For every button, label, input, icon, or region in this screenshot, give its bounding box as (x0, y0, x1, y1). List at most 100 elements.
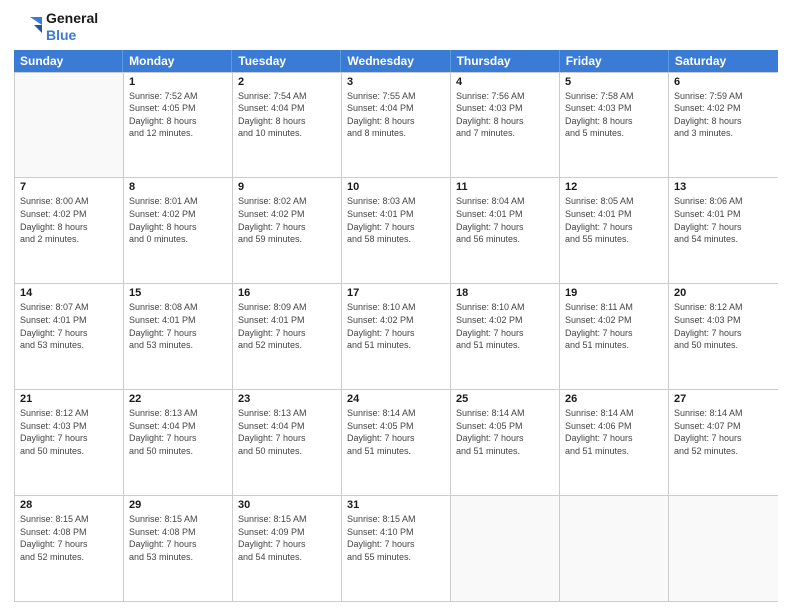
calendar-empty-cell (560, 496, 669, 601)
day-number: 2 (238, 76, 336, 88)
day-info: Sunrise: 7:58 AM Sunset: 4:03 PM Dayligh… (565, 90, 663, 140)
calendar-day-cell: 5 Sunrise: 7:58 AM Sunset: 4:03 PM Daylig… (560, 73, 669, 178)
day-number: 12 (565, 181, 663, 193)
day-info: Sunrise: 8:14 AM Sunset: 4:05 PM Dayligh… (347, 407, 445, 457)
calendar-header: SundayMondayTuesdayWednesdayThursdayFrid… (14, 50, 778, 72)
calendar-day-cell: 11Sunrise: 8:04 AM Sunset: 4:01 PM Dayli… (451, 178, 560, 283)
day-number: 14 (20, 287, 118, 299)
day-info: Sunrise: 8:00 AM Sunset: 4:02 PM Dayligh… (20, 195, 118, 245)
day-info: Sunrise: 8:14 AM Sunset: 4:06 PM Dayligh… (565, 407, 663, 457)
calendar-day-cell: 30 Sunrise: 8:15 AM Sunset: 4:09 PM Dayli… (233, 496, 342, 601)
calendar-day-cell: 18 Sunrise: 8:10 AM Sunset: 4:02 PM Dayli… (451, 284, 560, 389)
day-info: Sunrise: 8:15 AM Sunset: 4:10 PM Dayligh… (347, 513, 445, 563)
calendar-body: 1Sunrise: 7:52 AM Sunset: 4:05 PM Daylig… (14, 72, 778, 602)
weekday-header: Monday (123, 50, 232, 72)
calendar-day-cell: 31 Sunrise: 8:15 AM Sunset: 4:10 PM Dayli… (342, 496, 451, 601)
page: GeneralBlue SundayMondayTuesdayWednesday… (0, 0, 792, 612)
calendar-day-cell: 24 Sunrise: 8:14 AM Sunset: 4:05 PM Dayli… (342, 390, 451, 495)
logo-line2: Blue (46, 27, 98, 44)
day-info: Sunrise: 8:15 AM Sunset: 4:08 PM Dayligh… (129, 513, 227, 563)
logo: GeneralBlue (14, 10, 98, 44)
calendar-week-row: 14Sunrise: 8:07 AM Sunset: 4:01 PM Dayli… (15, 283, 778, 389)
day-info: Sunrise: 8:13 AM Sunset: 4:04 PM Dayligh… (129, 407, 227, 457)
calendar-week-row: 7 Sunrise: 8:00 AM Sunset: 4:02 PM Daylig… (15, 177, 778, 283)
day-info: Sunrise: 7:55 AM Sunset: 4:04 PM Dayligh… (347, 90, 445, 140)
day-info: Sunrise: 8:14 AM Sunset: 4:07 PM Dayligh… (674, 407, 773, 457)
day-info: Sunrise: 8:03 AM Sunset: 4:01 PM Dayligh… (347, 195, 445, 245)
calendar-day-cell: 19Sunrise: 8:11 AM Sunset: 4:02 PM Dayli… (560, 284, 669, 389)
day-number: 18 (456, 287, 554, 299)
day-info: Sunrise: 8:08 AM Sunset: 4:01 PM Dayligh… (129, 301, 227, 351)
calendar-day-cell: 16 Sunrise: 8:09 AM Sunset: 4:01 PM Dayli… (233, 284, 342, 389)
calendar-day-cell: 1Sunrise: 7:52 AM Sunset: 4:05 PM Daylig… (124, 73, 233, 178)
calendar-week-row: 1Sunrise: 7:52 AM Sunset: 4:05 PM Daylig… (15, 72, 778, 178)
weekday-header: Saturday (669, 50, 778, 72)
calendar-day-cell: 22 Sunrise: 8:13 AM Sunset: 4:04 PM Dayli… (124, 390, 233, 495)
calendar-day-cell: 17 Sunrise: 8:10 AM Sunset: 4:02 PM Dayli… (342, 284, 451, 389)
calendar-day-cell: 21Sunrise: 8:12 AM Sunset: 4:03 PM Dayli… (15, 390, 124, 495)
calendar-week-row: 28 Sunrise: 8:15 AM Sunset: 4:08 PM Dayli… (15, 495, 778, 601)
day-number: 15 (129, 287, 227, 299)
calendar-day-cell: 8Sunrise: 8:01 AM Sunset: 4:02 PM Daylig… (124, 178, 233, 283)
weekday-header: Sunday (14, 50, 123, 72)
day-number: 30 (238, 499, 336, 511)
day-info: Sunrise: 8:09 AM Sunset: 4:01 PM Dayligh… (238, 301, 336, 351)
day-info: Sunrise: 8:05 AM Sunset: 4:01 PM Dayligh… (565, 195, 663, 245)
day-info: Sunrise: 8:10 AM Sunset: 4:02 PM Dayligh… (456, 301, 554, 351)
day-number: 31 (347, 499, 445, 511)
day-number: 4 (456, 76, 554, 88)
day-info: Sunrise: 7:54 AM Sunset: 4:04 PM Dayligh… (238, 90, 336, 140)
day-info: Sunrise: 8:02 AM Sunset: 4:02 PM Dayligh… (238, 195, 336, 245)
calendar-day-cell: 28Sunrise: 8:15 AM Sunset: 4:08 PM Dayli… (15, 496, 124, 601)
calendar-day-cell: 20Sunrise: 8:12 AM Sunset: 4:03 PM Dayli… (669, 284, 778, 389)
day-number: 16 (238, 287, 336, 299)
calendar-empty-cell (451, 496, 560, 601)
calendar-day-cell: 6 Sunrise: 7:59 AM Sunset: 4:02 PM Daylig… (669, 73, 778, 178)
day-number: 3 (347, 76, 445, 88)
day-number: 25 (456, 393, 554, 405)
weekday-header: Friday (560, 50, 669, 72)
day-info: Sunrise: 8:12 AM Sunset: 4:03 PM Dayligh… (674, 301, 773, 351)
day-number: 24 (347, 393, 445, 405)
calendar-day-cell: 12 Sunrise: 8:05 AM Sunset: 4:01 PM Dayli… (560, 178, 669, 283)
day-number: 9 (238, 181, 336, 193)
day-number: 19 (565, 287, 663, 299)
calendar-day-cell: 3 Sunrise: 7:55 AM Sunset: 4:04 PM Daylig… (342, 73, 451, 178)
calendar-day-cell: 14Sunrise: 8:07 AM Sunset: 4:01 PM Dayli… (15, 284, 124, 389)
calendar-day-cell: 25 Sunrise: 8:14 AM Sunset: 4:05 PM Dayli… (451, 390, 560, 495)
day-number: 28 (20, 499, 118, 511)
calendar-empty-cell (15, 73, 124, 178)
calendar-day-cell: 9 Sunrise: 8:02 AM Sunset: 4:02 PM Daylig… (233, 178, 342, 283)
weekday-header: Wednesday (341, 50, 450, 72)
calendar-day-cell: 23 Sunrise: 8:13 AM Sunset: 4:04 PM Dayli… (233, 390, 342, 495)
day-info: Sunrise: 8:14 AM Sunset: 4:05 PM Dayligh… (456, 407, 554, 457)
calendar-day-cell: 29 Sunrise: 8:15 AM Sunset: 4:08 PM Dayli… (124, 496, 233, 601)
weekday-header: Thursday (451, 50, 560, 72)
day-number: 17 (347, 287, 445, 299)
day-info: Sunrise: 8:13 AM Sunset: 4:04 PM Dayligh… (238, 407, 336, 457)
calendar-day-cell: 10 Sunrise: 8:03 AM Sunset: 4:01 PM Dayli… (342, 178, 451, 283)
day-info: Sunrise: 8:04 AM Sunset: 4:01 PM Dayligh… (456, 195, 554, 245)
day-number: 5 (565, 76, 663, 88)
day-number: 29 (129, 499, 227, 511)
calendar-day-cell: 15 Sunrise: 8:08 AM Sunset: 4:01 PM Dayli… (124, 284, 233, 389)
calendar-day-cell: 27 Sunrise: 8:14 AM Sunset: 4:07 PM Dayli… (669, 390, 778, 495)
day-info: Sunrise: 8:15 AM Sunset: 4:09 PM Dayligh… (238, 513, 336, 563)
day-number: 6 (674, 76, 773, 88)
day-number: 10 (347, 181, 445, 193)
day-number: 27 (674, 393, 773, 405)
day-number: 26 (565, 393, 663, 405)
day-info: Sunrise: 8:01 AM Sunset: 4:02 PM Dayligh… (129, 195, 227, 245)
day-info: Sunrise: 8:10 AM Sunset: 4:02 PM Dayligh… (347, 301, 445, 351)
day-info: Sunrise: 7:56 AM Sunset: 4:03 PM Dayligh… (456, 90, 554, 140)
day-number: 21 (20, 393, 118, 405)
calendar-week-row: 21Sunrise: 8:12 AM Sunset: 4:03 PM Dayli… (15, 389, 778, 495)
day-number: 7 (20, 181, 118, 193)
day-info: Sunrise: 7:52 AM Sunset: 4:05 PM Dayligh… (129, 90, 227, 140)
day-number: 22 (129, 393, 227, 405)
calendar-empty-cell (669, 496, 778, 601)
day-info: Sunrise: 7:59 AM Sunset: 4:02 PM Dayligh… (674, 90, 773, 140)
calendar-day-cell: 4 Sunrise: 7:56 AM Sunset: 4:03 PM Daylig… (451, 73, 560, 178)
day-number: 23 (238, 393, 336, 405)
calendar-day-cell: 7 Sunrise: 8:00 AM Sunset: 4:02 PM Daylig… (15, 178, 124, 283)
